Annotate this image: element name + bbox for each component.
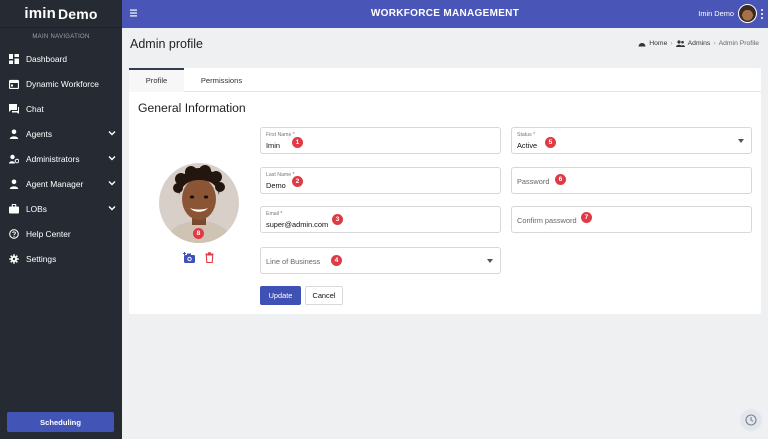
brand-logo[interactable]: imin Demo bbox=[0, 0, 122, 28]
status-label: Status * bbox=[517, 132, 536, 138]
sidebar-item-label: Settings bbox=[26, 253, 57, 264]
chat-icon bbox=[9, 103, 19, 114]
user-avatar[interactable] bbox=[738, 4, 757, 23]
admin-icon bbox=[9, 154, 19, 163]
email-value: super@admin.com bbox=[266, 220, 329, 229]
page-title: Admin profile bbox=[130, 37, 203, 51]
sidebar-item-label: Chat bbox=[26, 103, 44, 114]
camera-add-icon[interactable] bbox=[183, 252, 196, 264]
help-icon bbox=[9, 228, 19, 239]
breadcrumb-separator: › bbox=[713, 40, 716, 47]
logo-text: Demo bbox=[57, 5, 98, 22]
email-label: Email * bbox=[266, 211, 283, 217]
sidebar-item-label: LOBs bbox=[26, 203, 47, 214]
update-button[interactable]: Update bbox=[260, 286, 301, 305]
calendar-icon bbox=[9, 79, 19, 89]
breadcrumb-home[interactable]: Home bbox=[649, 40, 667, 47]
trash-icon[interactable] bbox=[205, 252, 214, 263]
nav-heading: MAIN NAVIGATION bbox=[32, 34, 90, 40]
person-icon bbox=[9, 129, 19, 139]
annotation-badge-8: 8 bbox=[193, 228, 204, 239]
tab-bar: Profile Permissions bbox=[129, 68, 761, 92]
first-name-label: First Name * bbox=[266, 132, 295, 138]
sidebar-item-label: Administrators bbox=[26, 153, 80, 164]
annotation-badge-5: 5 bbox=[545, 137, 556, 148]
cancel-button[interactable]: Cancel bbox=[305, 286, 343, 305]
sidebar-item-label: Agent Manager bbox=[26, 178, 84, 189]
email-field[interactable]: Email * super@admin.com bbox=[260, 206, 501, 233]
scheduling-button[interactable]: Scheduling bbox=[7, 412, 114, 432]
dashboard-icon bbox=[638, 43, 646, 47]
chevron-down-icon bbox=[108, 131, 116, 136]
sidebar-item-agent-manager[interactable]: Agent Manager bbox=[0, 171, 122, 196]
chevron-down-icon bbox=[108, 156, 116, 161]
sidebar-item-help-center[interactable]: Help Center bbox=[0, 221, 122, 246]
chevron-down-icon bbox=[108, 181, 116, 186]
annotation-badge-1: 1 bbox=[292, 137, 303, 148]
sidebar-item-label: Help Center bbox=[26, 228, 71, 239]
users-icon bbox=[675, 40, 685, 47]
sidebar-item-dynamic-workforce[interactable]: Dynamic Workforce bbox=[0, 71, 122, 96]
password-field[interactable]: Password bbox=[511, 167, 752, 194]
sidebar-item-lobs[interactable]: LOBs bbox=[0, 196, 122, 221]
line-of-business-placeholder: Line of Business bbox=[266, 257, 321, 266]
breadcrumb: Home › Admins › Admin Profile bbox=[638, 40, 759, 47]
gear-icon bbox=[9, 253, 19, 264]
dropdown-arrow-icon bbox=[738, 139, 744, 143]
annotation-badge-6: 6 bbox=[555, 174, 566, 185]
sidebar-item-label: Agents bbox=[26, 128, 53, 139]
last-name-value: Demo bbox=[266, 181, 286, 190]
breadcrumb-separator: › bbox=[670, 40, 673, 47]
sidebar-item-administrators[interactable]: Administrators bbox=[0, 146, 122, 171]
logo-mark: imin bbox=[24, 5, 56, 22]
clock-icon bbox=[745, 414, 757, 426]
annotation-badge-4: 4 bbox=[331, 255, 342, 266]
annotation-badge-3: 3 bbox=[332, 214, 343, 225]
person-icon bbox=[9, 179, 19, 189]
briefcase-icon bbox=[9, 203, 19, 213]
more-vert-icon[interactable] bbox=[760, 8, 764, 20]
tab-permissions[interactable]: Permissions bbox=[189, 68, 254, 92]
breadcrumb-current: Admin Profile bbox=[718, 40, 759, 47]
sidebar-item-settings[interactable]: Settings bbox=[0, 246, 122, 271]
sidebar-item-agents[interactable]: Agents bbox=[0, 121, 122, 146]
sidebar-item-chat[interactable]: Chat bbox=[0, 96, 122, 121]
last-name-label: Last Name * bbox=[266, 172, 295, 178]
sidebar-item-label: Dynamic Workforce bbox=[26, 78, 99, 89]
topbar: WORKFORCE MANAGEMENT Imin Demo bbox=[122, 0, 768, 28]
section-title: General Information bbox=[138, 101, 246, 115]
line-of-business-select[interactable]: Line of Business bbox=[260, 247, 501, 274]
annotation-badge-7: 7 bbox=[581, 212, 592, 223]
confirm-password-field[interactable]: Confirm password bbox=[511, 206, 752, 233]
first-name-value: Imin bbox=[266, 141, 280, 150]
sidebar-item-dashboard[interactable]: Dashboard bbox=[0, 46, 122, 71]
chevron-down-icon bbox=[108, 206, 116, 211]
status-value: Active bbox=[517, 141, 538, 150]
password-placeholder: Password bbox=[517, 177, 550, 186]
app-title: WORKFORCE MANAGEMENT bbox=[370, 8, 520, 19]
dropdown-arrow-icon bbox=[487, 259, 493, 263]
confirm-password-placeholder: Confirm password bbox=[517, 216, 577, 225]
dashboard-icon bbox=[9, 53, 19, 64]
user-name[interactable]: Imin Demo bbox=[698, 0, 734, 28]
sidebar: imin Demo MAIN NAVIGATION Dashboard Dyna… bbox=[0, 0, 122, 439]
clock-button[interactable] bbox=[740, 409, 762, 431]
sidebar-item-label: Dashboard bbox=[26, 53, 67, 64]
tab-profile[interactable]: Profile bbox=[129, 68, 184, 92]
breadcrumb-admins[interactable]: Admins bbox=[688, 40, 711, 47]
annotation-badge-2: 2 bbox=[292, 176, 303, 187]
